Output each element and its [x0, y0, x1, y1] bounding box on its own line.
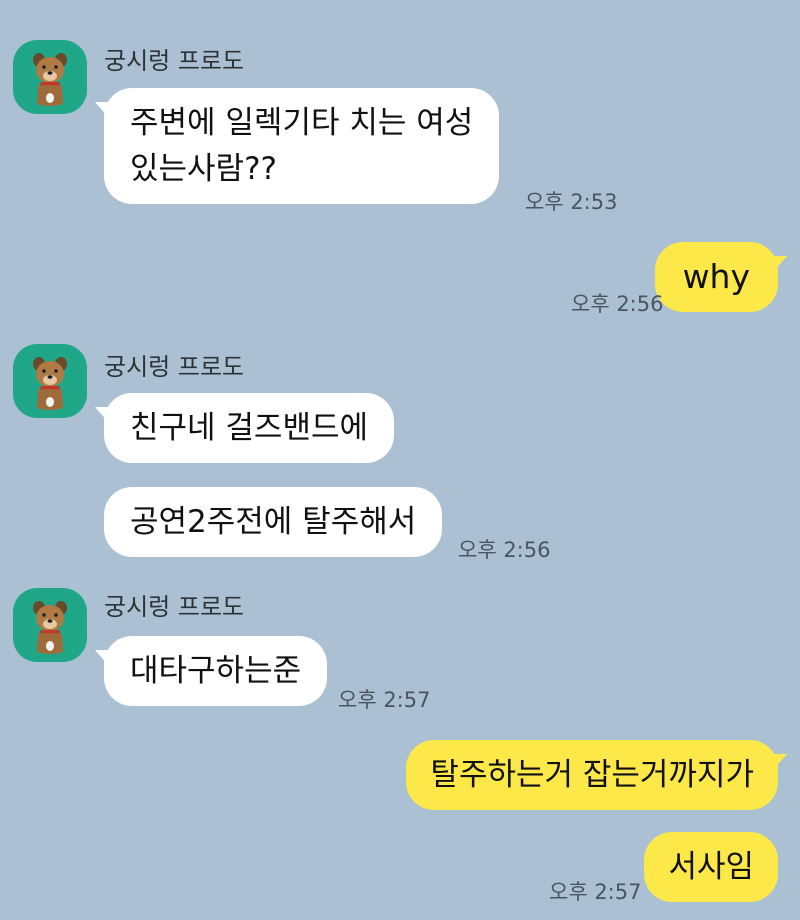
message-text: 공연2주전에 탈주해서 [130, 504, 417, 540]
message-text: 친구네 걸즈밴드에 [130, 410, 369, 446]
message-text: 대타구하는준 [130, 653, 302, 689]
outgoing-message-bubble[interactable]: why [654, 242, 788, 312]
message-timestamp: 오후 2:57 [549, 880, 642, 904]
incoming-message-bubble[interactable]: 대타구하는준 [94, 636, 328, 706]
message-text: why [682, 257, 750, 296]
incoming-message-bubble[interactable]: 주변에 일렉기타 치는 여성 있는사람?? [94, 88, 500, 204]
sender-avatar-icon[interactable] [13, 588, 87, 662]
message-text: 서사임 [668, 849, 754, 885]
sender-avatar-icon[interactable] [13, 344, 87, 418]
message-text: 탈주하는거 잡는거까지가 [430, 757, 754, 793]
message-timestamp: 오후 2:56 [571, 292, 664, 316]
sender-name: 궁시렁 프로도 [104, 593, 245, 621]
sender-name: 궁시렁 프로도 [104, 47, 245, 75]
frodo-character-avatar-icon [33, 53, 67, 106]
message-timestamp: 오후 2:53 [525, 190, 618, 214]
sender-avatar-icon[interactable] [13, 40, 87, 114]
frodo-character-avatar-icon [33, 357, 67, 410]
message-timestamp: 오후 2:57 [338, 688, 431, 712]
outgoing-message-bubble[interactable]: 서사임 [644, 832, 778, 902]
frodo-character-avatar-icon [33, 601, 67, 654]
sender-name: 궁시렁 프로도 [104, 353, 245, 381]
incoming-message-bubble[interactable]: 친구네 걸즈밴드에 [94, 393, 395, 463]
message-line: 있는사람?? [130, 151, 277, 187]
incoming-message-bubble[interactable]: 공연2주전에 탈주해서 [104, 487, 443, 557]
message-line: 주변에 일렉기타 치는 여성 [130, 105, 474, 141]
outgoing-message-bubble[interactable]: 탈주하는거 잡는거까지가 [406, 740, 787, 810]
message-timestamp: 오후 2:56 [458, 538, 551, 562]
